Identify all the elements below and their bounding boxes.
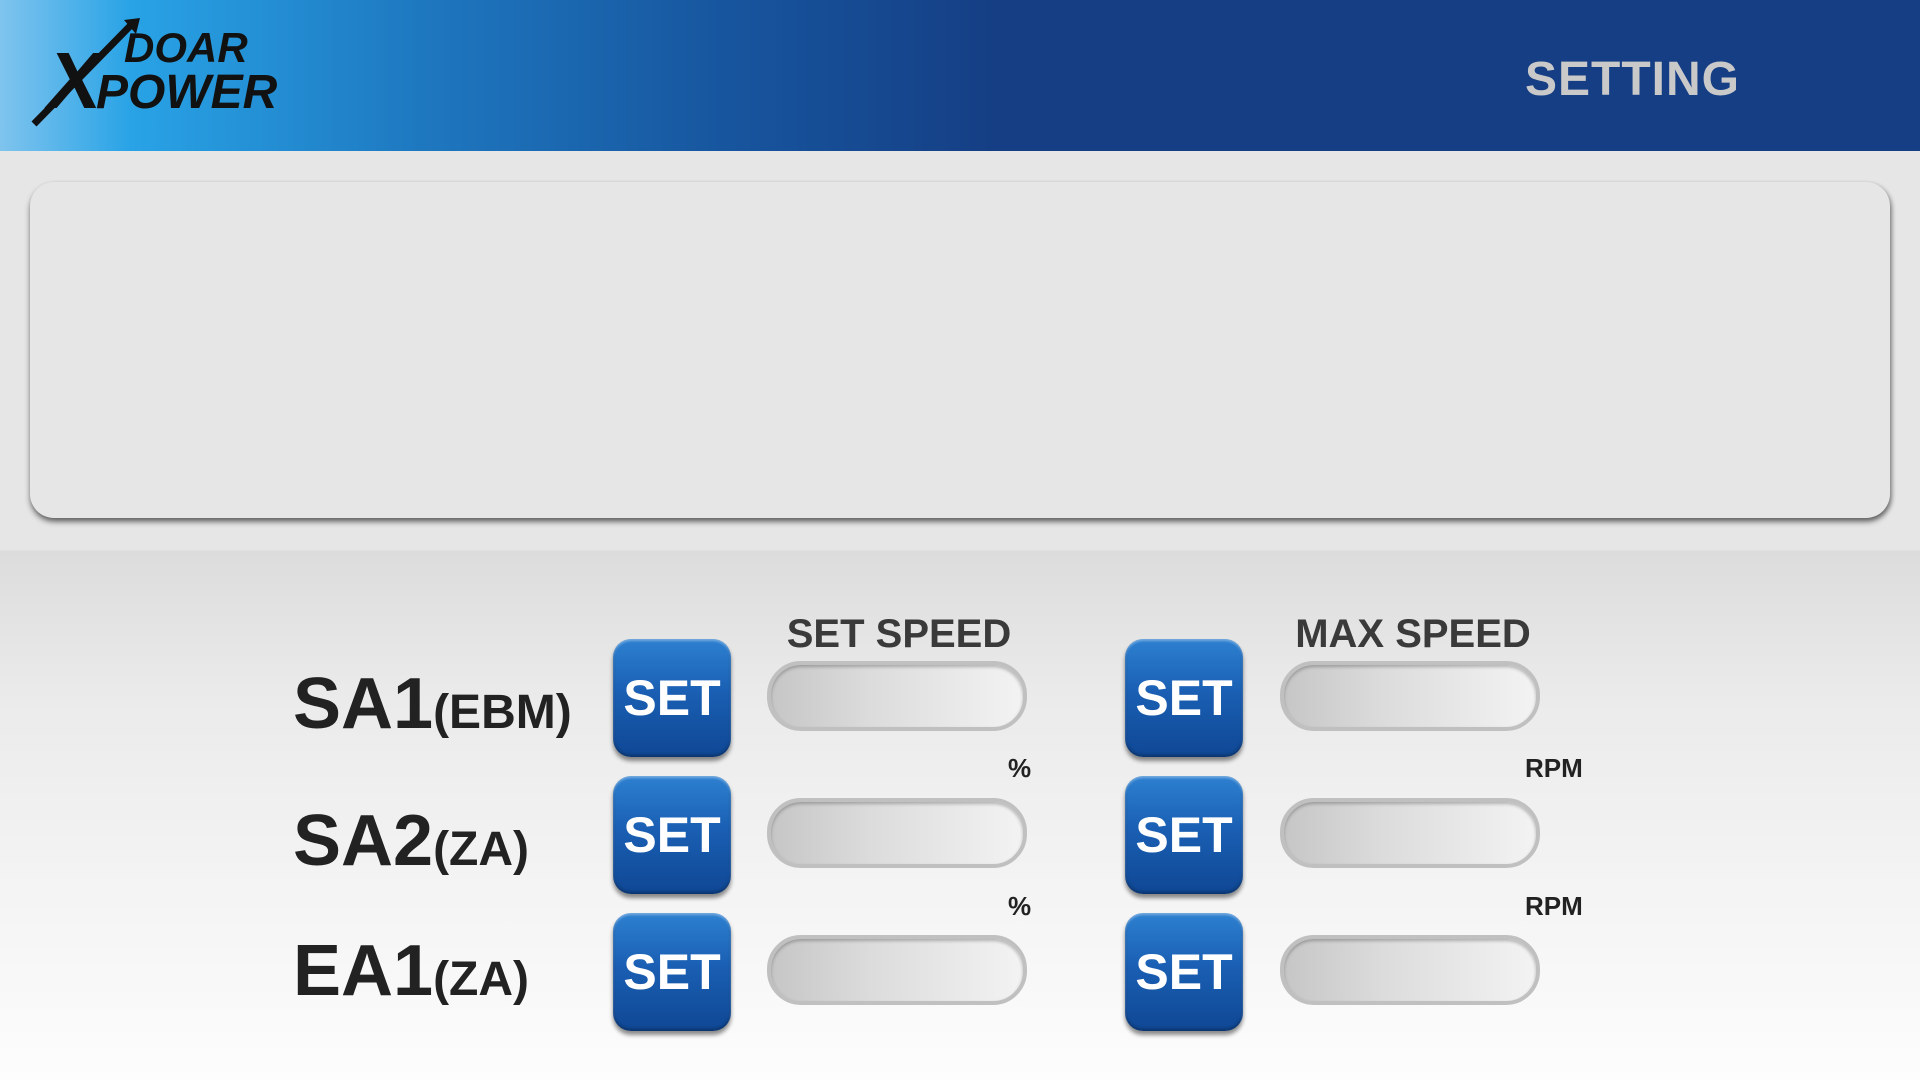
sa1-max-speed-button[interactable]: SET bbox=[1125, 639, 1243, 757]
row-label-sa1: SA1(EBM) bbox=[293, 663, 572, 745]
sa2-set-speed-field[interactable] bbox=[767, 798, 1027, 868]
max-speed-header: MAX SPEED bbox=[1295, 612, 1531, 656]
display-panel bbox=[30, 182, 1890, 518]
sa2-max-unit: RPM bbox=[1525, 891, 1583, 921]
ea1-max-speed-field[interactable] bbox=[1280, 935, 1540, 1005]
row-label-ea1: EA1(ZA) bbox=[293, 930, 529, 1012]
xdoar-power-logo: X DOAR POWER bbox=[28, 18, 288, 130]
row-label-sub: (ZA) bbox=[433, 823, 530, 876]
sa1-set-speed-field[interactable] bbox=[767, 661, 1027, 731]
row-label-sub: (ZA) bbox=[433, 953, 530, 1006]
row-label-main: EA1 bbox=[293, 931, 434, 1011]
ea1-max-speed-button[interactable]: SET bbox=[1125, 913, 1243, 1031]
ea1-set-speed-button[interactable]: SET bbox=[613, 913, 731, 1031]
ea1-set-speed-field[interactable] bbox=[767, 935, 1027, 1005]
row-label-sa2: SA2(ZA) bbox=[293, 800, 529, 882]
svg-text:DOAR: DOAR bbox=[124, 24, 248, 71]
sa2-max-speed-field[interactable] bbox=[1280, 798, 1540, 868]
sa2-speed-unit: % bbox=[1008, 891, 1032, 921]
sa2-max-speed-button[interactable]: SET bbox=[1125, 776, 1243, 894]
row-label-sub: (EBM) bbox=[433, 686, 572, 739]
set-speed-header: SET SPEED bbox=[786, 612, 1012, 656]
row-label-main: SA1 bbox=[293, 664, 434, 744]
sa1-set-speed-button[interactable]: SET bbox=[613, 639, 731, 757]
page-title: SETTING bbox=[1524, 53, 1740, 106]
row-label-main: SA2 bbox=[293, 801, 434, 881]
sa1-max-speed-field[interactable] bbox=[1280, 661, 1540, 731]
sa2-set-speed-button[interactable]: SET bbox=[613, 776, 731, 894]
svg-text:POWER: POWER bbox=[96, 66, 278, 119]
sa1-speed-unit: % bbox=[1008, 753, 1032, 783]
sa1-max-unit: RPM bbox=[1525, 753, 1583, 783]
header-bar: X DOAR POWER SETTING bbox=[0, 0, 1920, 151]
